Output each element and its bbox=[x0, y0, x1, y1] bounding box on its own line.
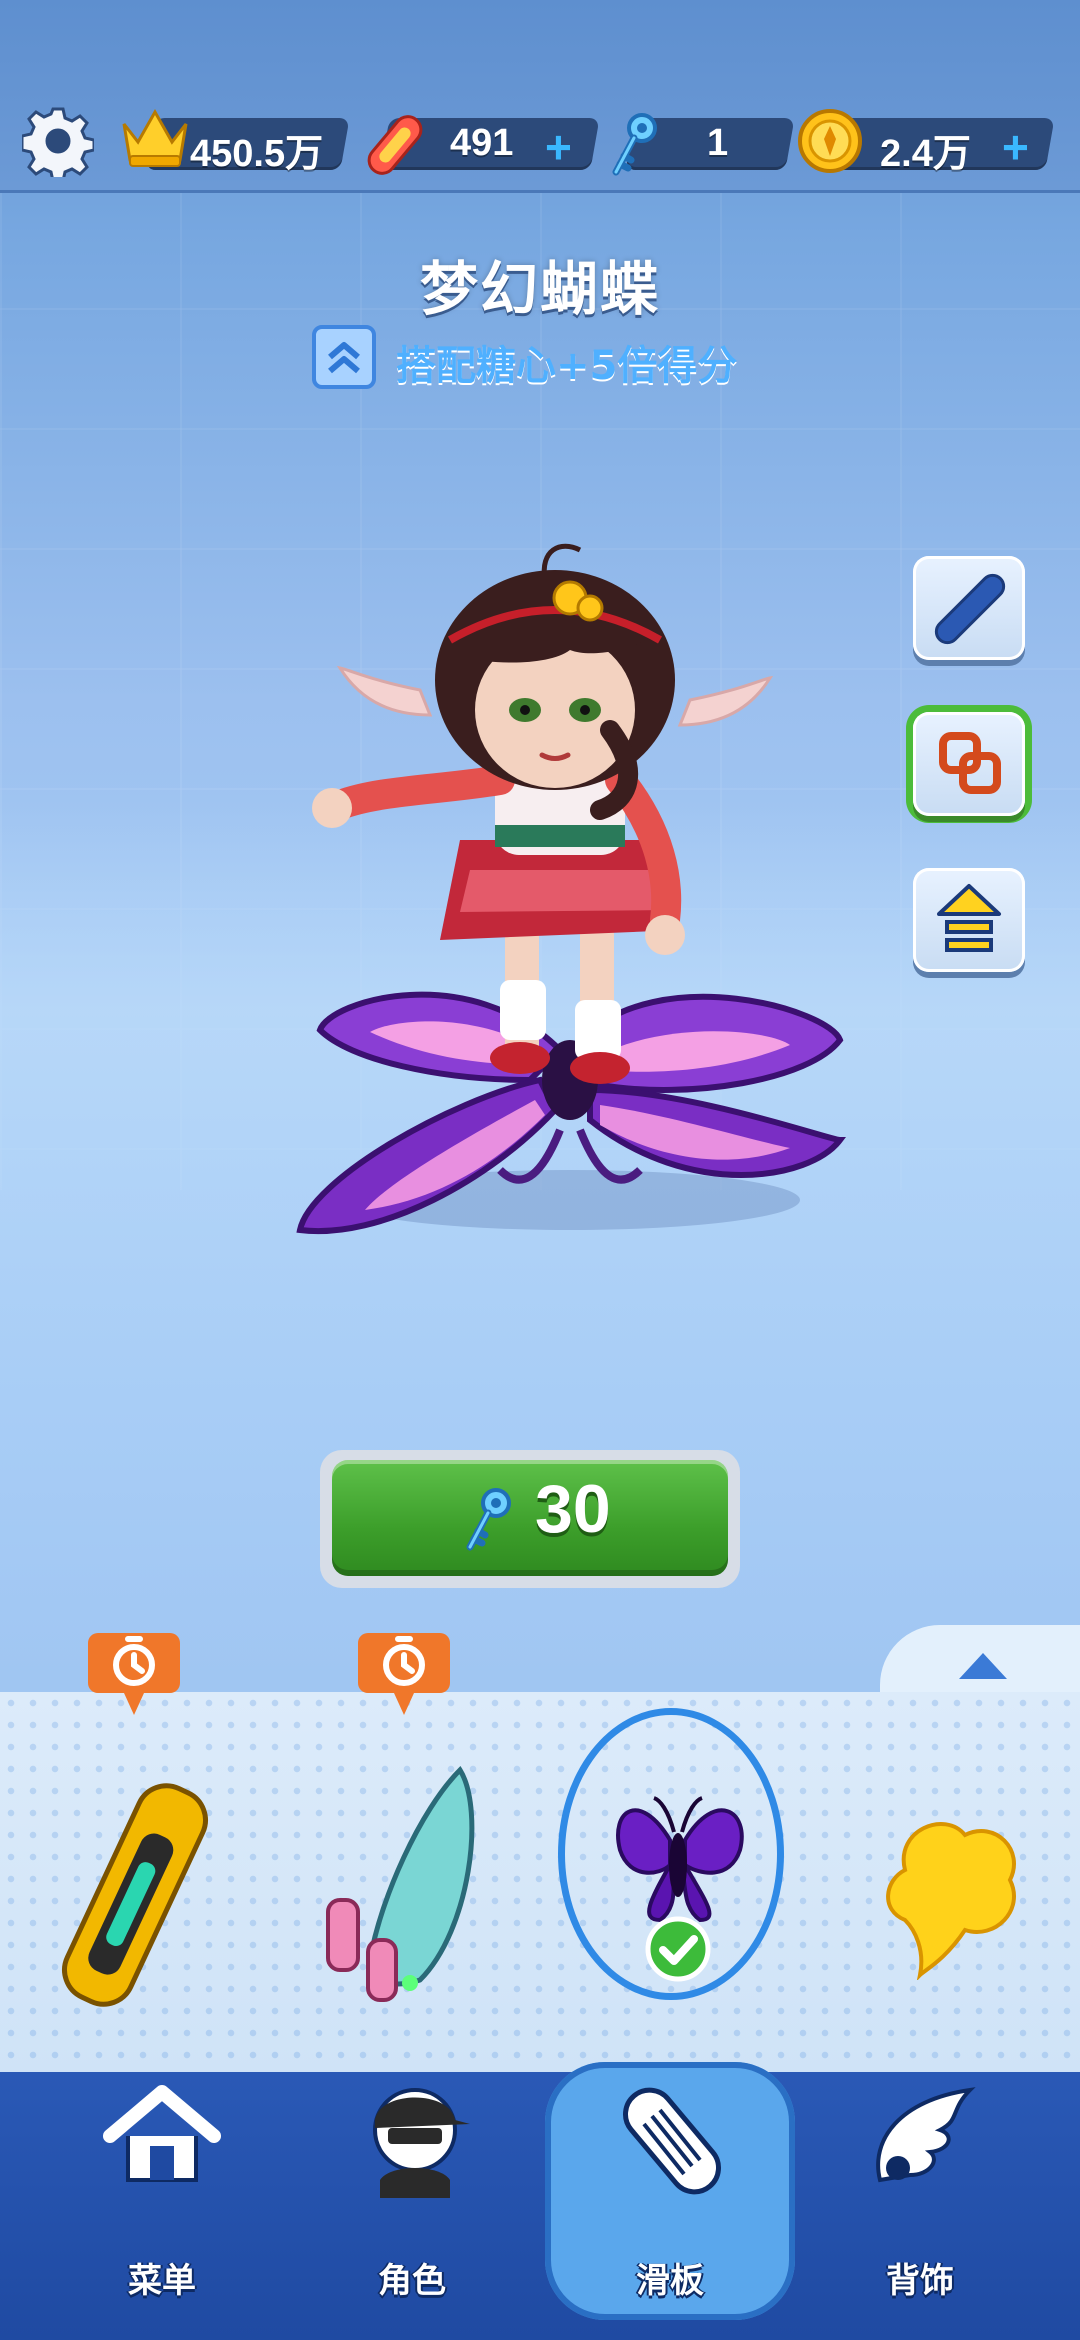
timer-badge-icon bbox=[88, 1633, 180, 1715]
upgrade-button[interactable] bbox=[913, 868, 1025, 972]
hoverboard-icon bbox=[367, 115, 423, 175]
key-icon bbox=[612, 113, 657, 176]
nav-item-back-decoration[interactable]: 背饰 bbox=[820, 2080, 1020, 2330]
link-squares-icon bbox=[939, 732, 1001, 794]
home-icon bbox=[103, 2085, 221, 2182]
nav-item-character[interactable]: 角色 bbox=[312, 2080, 512, 2330]
nav-item-menu[interactable]: 菜单 bbox=[62, 2080, 262, 2330]
tray-toggle[interactable] bbox=[880, 1625, 1080, 1695]
coin-icon bbox=[798, 109, 862, 173]
add-hoverboards-button[interactable]: + bbox=[545, 120, 572, 174]
board-icon bbox=[934, 573, 1006, 645]
add-coins-button[interactable]: + bbox=[1002, 120, 1029, 174]
key-value: 1 bbox=[707, 122, 729, 164]
nav-label-skateboard: 滑板 bbox=[636, 2261, 704, 2301]
buy-button-face bbox=[332, 1460, 728, 1576]
skateboard-icon bbox=[623, 2087, 721, 2195]
nav-item-skateboard[interactable]: 滑板 bbox=[570, 2080, 770, 2330]
price-value: 30 bbox=[535, 1471, 611, 1547]
yellow-cloud-board[interactable] bbox=[875, 1810, 1025, 1980]
nav-label-menu: 菜单 bbox=[128, 2261, 196, 2301]
bonus-info: 搭配糖心+5倍得分 bbox=[312, 325, 772, 395]
item-title: 梦幻蝴蝶 bbox=[419, 255, 660, 323]
wings-icon bbox=[876, 2087, 976, 2183]
purple-butterfly-board[interactable] bbox=[610, 1770, 750, 1930]
crown-icon bbox=[122, 108, 188, 167]
nav-label-character: 角色 bbox=[378, 2261, 446, 2301]
hoverboard-value: 491 bbox=[450, 122, 514, 164]
character-icon bbox=[373, 2088, 470, 2198]
key-icon bbox=[466, 1488, 511, 1551]
combo-button[interactable] bbox=[913, 712, 1025, 816]
nav-label-back-decoration: 背饰 bbox=[886, 2261, 954, 2301]
chevron-up-icon bbox=[959, 1653, 1007, 1679]
golden-rocket-board[interactable] bbox=[30, 1770, 230, 2020]
coin-value: 2.4万 bbox=[880, 133, 971, 175]
gear-icon[interactable] bbox=[22, 105, 94, 177]
double-chevron-up-icon bbox=[312, 325, 376, 389]
score-value: 450.5万 bbox=[190, 133, 324, 175]
bonus-text: 搭配糖心+5倍得分 bbox=[396, 343, 738, 389]
character-preview bbox=[296, 543, 846, 1235]
board-view-button[interactable] bbox=[913, 556, 1025, 660]
timer-badge-icon bbox=[358, 1633, 450, 1715]
buy-button[interactable]: 30 bbox=[320, 1450, 740, 1588]
equipped-check-icon bbox=[645, 1916, 711, 1982]
teal-rocket-board[interactable] bbox=[310, 1750, 500, 2010]
arrow-up-icon bbox=[937, 884, 1001, 952]
